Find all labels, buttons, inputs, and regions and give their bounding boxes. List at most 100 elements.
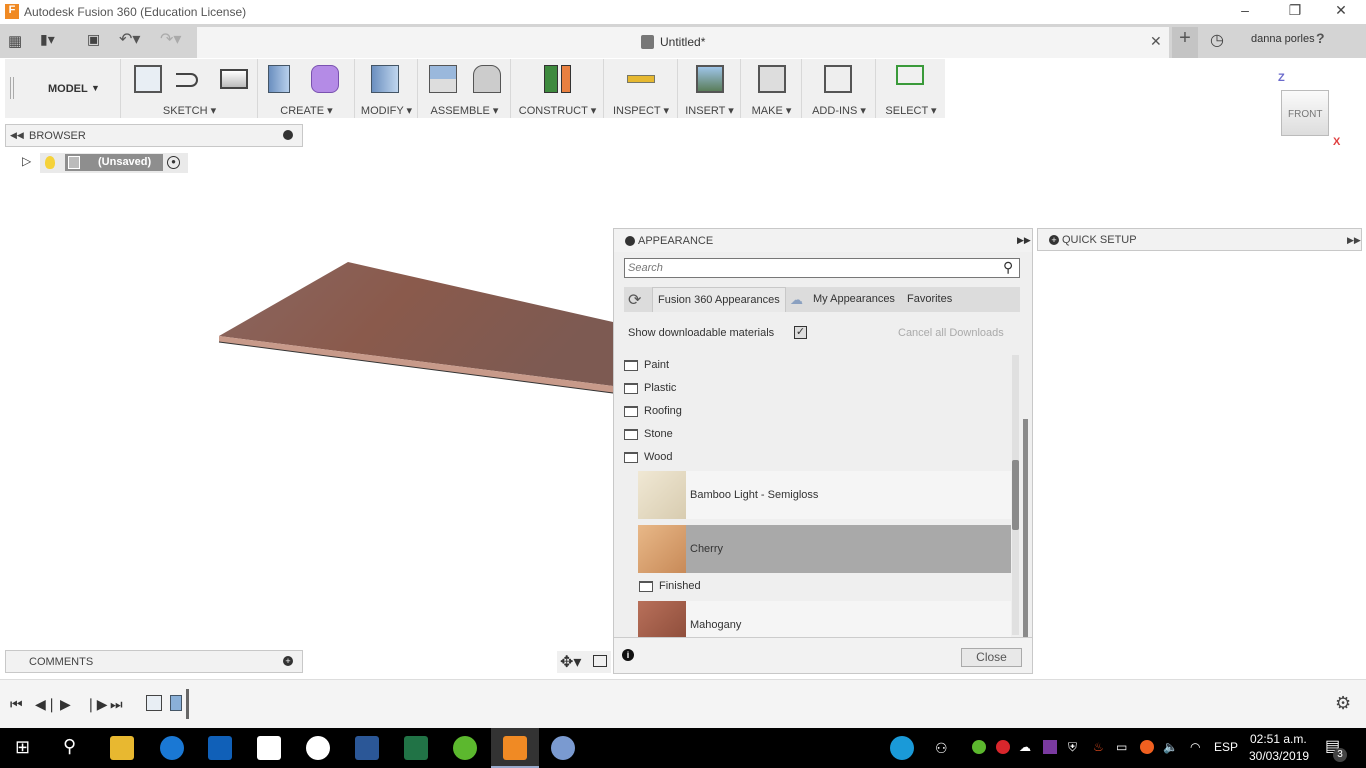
skip-to-start-icon[interactable]: ⏮ [10,696,23,713]
material-mahogany[interactable]: Mahogany [638,601,1011,637]
tab-my-appearances[interactable]: My Appearances [813,293,895,305]
user-name[interactable]: danna porles [1251,33,1315,45]
edge-icon[interactable] [160,736,184,760]
restore-button[interactable]: ❐ [1280,2,1310,22]
search-icon[interactable]: ⚲ [1003,259,1013,276]
onenote-icon[interactable] [1043,740,1057,754]
select-group[interactable]: SELECT ▾ [877,59,945,118]
people-icon[interactable]: ⚇ [935,740,948,757]
folder-stone[interactable]: Stone [624,428,673,440]
store-icon[interactable] [257,736,281,760]
play-icon[interactable]: ▶ [60,696,71,713]
help-tray-icon[interactable] [890,736,914,760]
timeline-sketch-icon[interactable] [146,695,162,711]
list-scrollbar[interactable] [1012,355,1019,635]
timeline-extrude-icon[interactable] [170,695,182,711]
language-indicator[interactable]: ESP [1214,740,1238,754]
material-name: Mahogany [690,619,742,631]
insert-group[interactable]: INSERT ▾ [679,59,741,118]
measure-icon[interactable] [627,75,655,83]
plus-icon[interactable]: + [283,656,293,666]
component-icon [641,35,654,49]
insert-image-icon[interactable] [696,65,724,93]
gear-icon[interactable]: ⚙ [1335,693,1351,714]
clock-date[interactable]: 30/03/2019 [1249,749,1309,763]
folder-paint[interactable]: Paint [624,359,669,371]
defender-icon[interactable]: ⛨ [1068,740,1077,755]
document-title: Untitled* [660,35,706,49]
viewcube[interactable]: Z FRONT X [1278,72,1340,150]
word-icon[interactable] [355,736,379,760]
step-forward-icon[interactable]: ❘▶ [85,696,108,713]
z-axis-label: Z [1278,72,1285,84]
search-icon[interactable]: ⚲ [63,736,76,757]
folder-plastic[interactable]: Plastic [624,382,676,394]
x-axis-label: X [1333,136,1341,148]
material-cherry[interactable]: Cherry [638,525,1011,573]
3d-print-icon[interactable] [758,65,786,93]
minus-icon[interactable] [625,236,635,246]
insert-label: INSERT ▾ [685,105,734,117]
expand-panel-icon[interactable]: ▶▶ [1017,235,1031,246]
alert-icon[interactable] [1140,740,1154,754]
utorrent-tray-icon[interactable] [972,740,986,754]
wood-board-model[interactable] [0,0,613,720]
appearance-header[interactable]: APPEARANCE ▶▶ [614,229,1032,252]
timeline-marker[interactable] [186,689,189,719]
volume-icon[interactable]: 🔈 [1163,740,1178,754]
expand-panel-icon[interactable]: ▶▶ [1347,235,1361,246]
folder-label: Plastic [644,382,677,394]
tab-fusion-360-appearances[interactable]: Fusion 360 Appearances [652,287,786,312]
job-status-icon[interactable]: ◷ [1210,30,1224,50]
paint-icon[interactable] [551,736,575,760]
orbit-icon[interactable]: ✥▾ [560,652,581,672]
battery-icon[interactable]: ▭ [1116,740,1127,754]
close-window-button[interactable]: ✕ [1326,2,1356,22]
folder-label: Wood [644,451,673,463]
make-group[interactable]: MAKE ▾ [742,59,802,118]
quick-setup-header[interactable]: + QUICK SETUP ▶▶ [1037,228,1362,251]
wifi-icon[interactable]: ◠ [1190,740,1200,754]
excel-icon[interactable] [404,736,428,760]
plus-icon[interactable]: + [1049,235,1059,245]
list-scrollbar-thumb[interactable] [1012,460,1019,530]
windows-start-icon[interactable]: ⊞ [15,737,30,758]
mega-icon[interactable] [996,740,1010,754]
add-ins-label: ADD-INS ▾ [812,105,866,117]
onedrive-icon[interactable]: ☁ [1019,740,1031,754]
inspect-group[interactable]: INSPECT ▾ [605,59,678,118]
folder-icon [624,359,638,371]
search-input[interactable]: Search ⚲ [624,258,1020,278]
material-bamboo-light[interactable]: Bamboo Light - Semigloss [638,471,1011,519]
add-ins-group[interactable]: ADD-INS ▾ [803,59,876,118]
folder-wood[interactable]: Wood [624,451,673,463]
step-back-icon[interactable]: ◀❘ [35,696,58,713]
navigation-bar: ✥▾ [557,651,611,673]
outlook-icon[interactable] [208,736,232,760]
comments-panel-header[interactable]: COMMENTS + [5,650,303,673]
clock-time[interactable]: 02:51 a.m. [1250,732,1307,746]
close-tab-icon[interactable]: ✕ [1150,33,1162,50]
skip-to-end-icon[interactable]: ⏭ [110,696,123,713]
cancel-downloads-button[interactable]: Cancel all Downloads [898,327,1004,339]
minimize-button[interactable]: – [1230,2,1260,22]
file-explorer-icon[interactable] [110,736,134,760]
tab-favorites[interactable]: Favorites [907,293,952,305]
viewcube-front-face[interactable]: FRONT [1281,90,1329,136]
refresh-icon[interactable]: ⟳ [628,290,641,310]
panel-scrollbar[interactable] [1023,419,1028,637]
utorrent-icon[interactable] [453,736,477,760]
display-settings-icon[interactable] [593,655,607,667]
info-icon[interactable]: i [622,649,634,661]
help-button[interactable]: ? [1316,30,1325,46]
fusion-360-taskbar-button[interactable] [491,728,539,768]
flame-icon[interactable]: ♨ [1093,740,1104,754]
folder-finished[interactable]: Finished [639,580,701,592]
hp-icon[interactable] [306,736,330,760]
select-icon[interactable] [896,65,924,85]
folder-roofing[interactable]: Roofing [624,405,682,417]
show-downloadable-checkbox[interactable]: ✓ [794,326,807,339]
close-button[interactable]: Close [961,648,1022,667]
new-tab-button[interactable]: + [1172,27,1198,58]
scripts-icon[interactable] [824,65,852,93]
